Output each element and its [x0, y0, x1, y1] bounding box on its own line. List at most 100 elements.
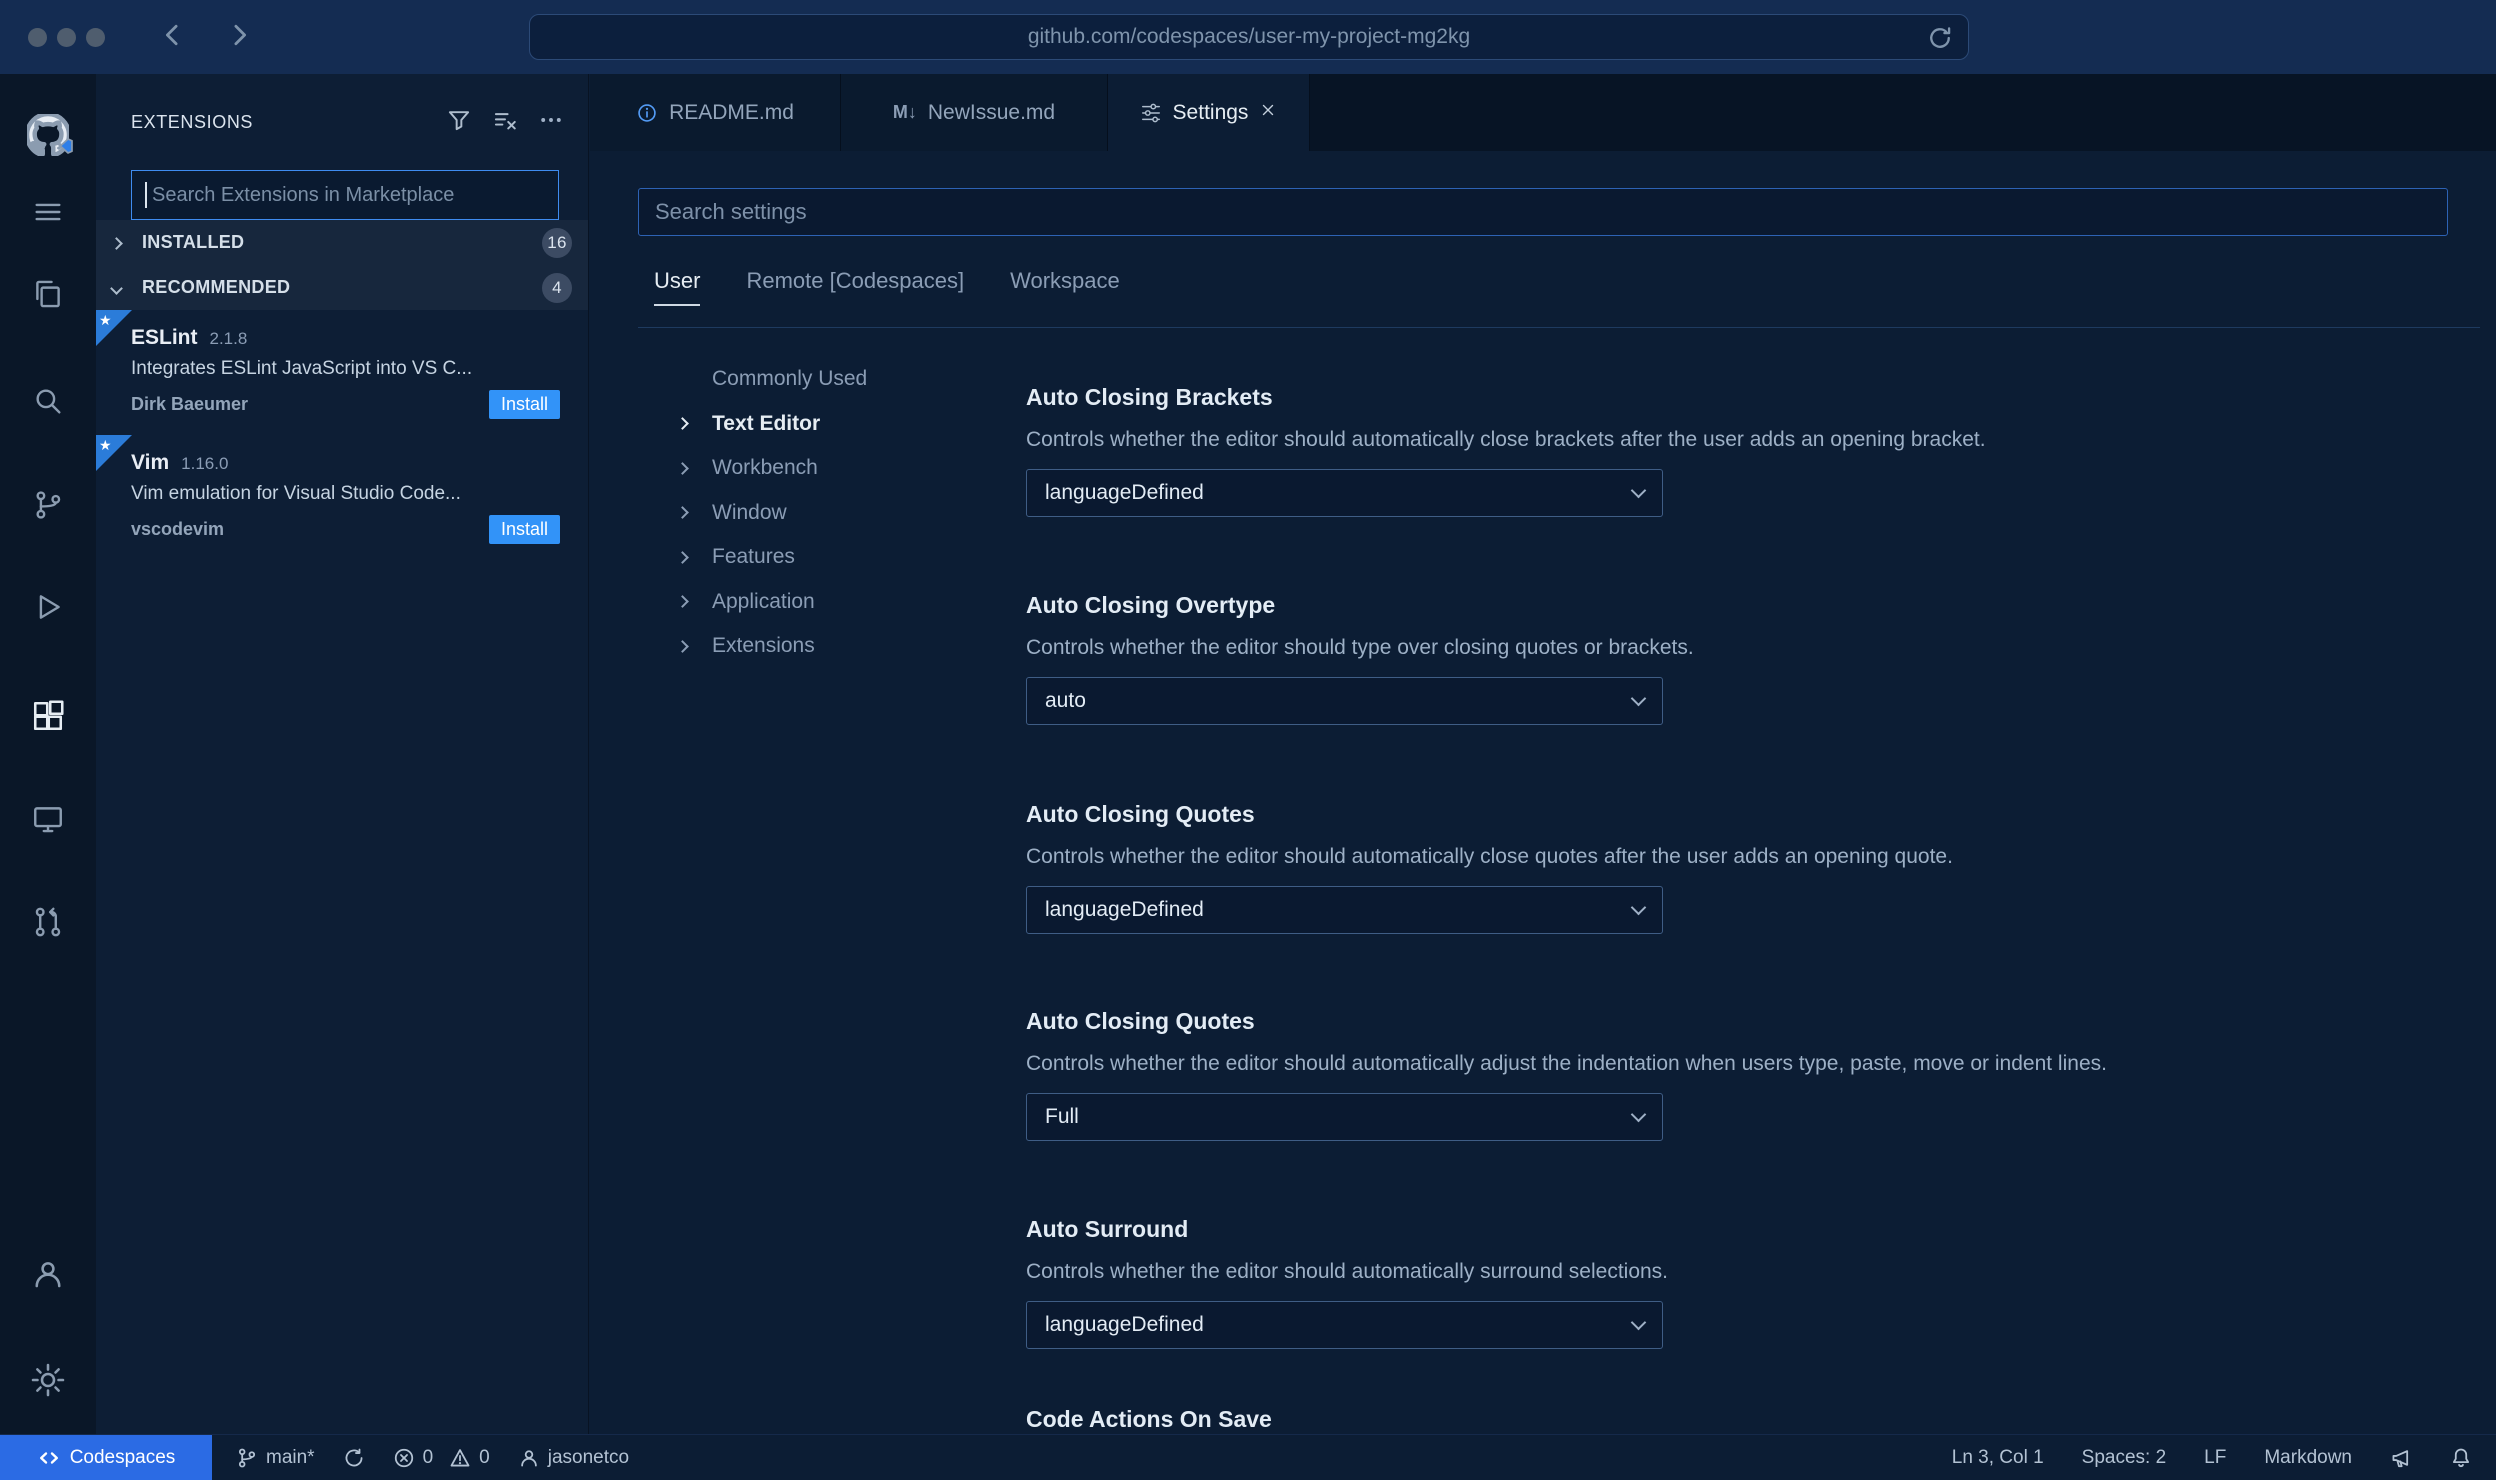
extensions-search-input[interactable]: [131, 170, 559, 220]
toc-label: Application: [712, 589, 815, 613]
install-button[interactable]: Install: [488, 515, 560, 544]
setting-title: Auto Closing Quotes: [1026, 801, 1255, 827]
remote-explorer-icon[interactable]: [0, 802, 96, 836]
indent-label: Spaces: 2: [2081, 1446, 2167, 1468]
settings-toc: Commonly Used Text Editor Workbench Wind…: [676, 357, 978, 669]
setting-title: Auto Closing Overtype: [1026, 592, 1276, 618]
section-installed[interactable]: INSTALLED 16: [96, 220, 588, 265]
chevron-down-icon: [1630, 1314, 1647, 1331]
toc-label: Commonly Used: [712, 367, 868, 391]
browser-back-button[interactable]: [158, 20, 188, 55]
editor-tab-bar: README.md M↓ NewIssue.md Settings: [590, 74, 2496, 151]
codespaces-icon: [39, 1451, 58, 1464]
setting-title: Auto Surround: [1026, 1216, 1189, 1242]
setting-dropdown[interactable]: Full: [1026, 1093, 1663, 1141]
branch-indicator[interactable]: main*: [236, 1447, 315, 1469]
url-bar[interactable]: github.com/codespaces/user-my-project-mg…: [529, 14, 1969, 60]
settings-scope-tabs: User Remote [Codespaces] Workspace: [654, 268, 1120, 306]
more-actions-icon[interactable]: [538, 107, 564, 138]
scope-tab-workspace[interactable]: Workspace: [1010, 268, 1120, 306]
clear-search-results-icon[interactable]: [492, 107, 518, 138]
account-status[interactable]: jasonetco: [518, 1447, 629, 1469]
language-mode[interactable]: Markdown: [2264, 1447, 2352, 1469]
indentation-indicator[interactable]: Spaces: 2: [2082, 1447, 2167, 1469]
branch-label: main*: [266, 1446, 315, 1468]
extension-item-eslint[interactable]: ★ ESLint 2.1.8 Integrates ESLint JavaScr…: [96, 310, 588, 435]
window-minimize-button[interactable]: [57, 27, 76, 47]
toc-item-commonly-used[interactable]: Commonly Used: [678, 357, 978, 402]
browser-chrome: github.com/codespaces/user-my-project-mg…: [0, 0, 2496, 74]
window-controls: [28, 0, 105, 74]
section-recommended[interactable]: RECOMMENDED 4: [96, 265, 588, 310]
setting-value: languageDefined: [1045, 898, 1204, 921]
sync-icon: [345, 1448, 363, 1466]
setting-description: Controls whether the editor should autom…: [1026, 1052, 2107, 1075]
setting-dropdown[interactable]: languageDefined: [1026, 886, 1663, 934]
toc-item-application[interactable]: Application: [676, 580, 978, 625]
feedback-button[interactable]: [2390, 1447, 2412, 1469]
setting-item: Auto Surround Controls whether the edito…: [1026, 1216, 2436, 1349]
tab-readme[interactable]: README.md: [590, 74, 841, 151]
source-control-icon[interactable]: [0, 488, 96, 522]
extension-name: Vim: [131, 451, 170, 474]
explorer-icon[interactable]: [0, 277, 96, 311]
settings-editor: User Remote [Codespaces] Workspace Commo…: [590, 151, 2496, 1434]
setting-dropdown[interactable]: languageDefined: [1026, 1301, 1663, 1349]
info-icon: [638, 103, 656, 122]
filter-icon[interactable]: [446, 107, 472, 138]
search-icon[interactable]: [0, 384, 96, 418]
window-close-button[interactable]: [28, 27, 47, 47]
codespaces-remote-indicator[interactable]: Codespaces: [0, 1435, 212, 1480]
scope-tab-remote[interactable]: Remote [Codespaces]: [746, 268, 964, 306]
settings-gear-icon[interactable]: [0, 1362, 96, 1398]
sync-button[interactable]: [343, 1447, 365, 1469]
person-icon: [520, 1449, 537, 1466]
toc-item-workbench[interactable]: Workbench: [676, 446, 978, 491]
setting-value: languageDefined: [1045, 1313, 1204, 1336]
problems-indicator[interactable]: 0 0: [393, 1447, 490, 1469]
extensions-icon[interactable]: [0, 698, 96, 734]
tab-newissue[interactable]: M↓ NewIssue.md: [841, 74, 1108, 151]
scope-tab-user[interactable]: User: [654, 268, 701, 306]
toc-item-extensions[interactable]: Extensions: [676, 624, 978, 669]
setting-dropdown[interactable]: languageDefined: [1026, 469, 1663, 517]
pull-request-icon[interactable]: [0, 905, 96, 939]
notifications-button[interactable]: [2450, 1447, 2472, 1469]
toc-item-window[interactable]: Window: [676, 491, 978, 536]
sidebar-title: EXTENSIONS: [131, 111, 254, 132]
text-cursor: [145, 182, 147, 208]
reload-icon[interactable]: [1926, 24, 1954, 57]
toc-label: Window: [712, 500, 787, 524]
setting-dropdown[interactable]: auto: [1026, 677, 1663, 725]
toc-item-features[interactable]: Features: [676, 535, 978, 580]
url-text: github.com/codespaces/user-my-project-mg…: [1027, 25, 1471, 48]
install-button[interactable]: Install: [488, 390, 560, 419]
browser-forward-button[interactable]: [224, 20, 254, 55]
language-label: Markdown: [2264, 1446, 2352, 1468]
feedback-icon: [2392, 1449, 2409, 1467]
toc-label: Extensions: [712, 634, 815, 658]
run-debug-icon[interactable]: [0, 590, 96, 624]
setting-value: languageDefined: [1045, 481, 1204, 504]
star-icon: ★: [99, 312, 112, 328]
setting-title: Auto Closing Brackets: [1026, 384, 1273, 410]
settings-search-input[interactable]: [638, 188, 2448, 236]
cursor-position[interactable]: Ln 3, Col 1: [1952, 1447, 2044, 1469]
extension-item-vim[interactable]: ★ Vim 1.16.0 Vim emulation for Visual St…: [96, 435, 588, 560]
tab-label: README.md: [669, 100, 794, 124]
extension-name: ESLint: [131, 326, 198, 349]
close-icon[interactable]: [1259, 101, 1277, 125]
chevron-down-icon: [110, 277, 142, 298]
toc-item-text-editor[interactable]: Text Editor: [676, 402, 978, 447]
tab-label: Settings: [1172, 100, 1249, 124]
github-logo[interactable]: [0, 111, 96, 158]
eol-indicator[interactable]: LF: [2204, 1447, 2226, 1469]
chevron-right-icon: [676, 595, 712, 609]
tab-settings[interactable]: Settings: [1108, 74, 1310, 151]
recommended-ribbon-icon: ★: [96, 435, 132, 471]
account-icon[interactable]: [0, 1256, 96, 1292]
extension-publisher: vscodevim: [131, 519, 225, 539]
toc-label: Features: [712, 545, 795, 569]
window-maximize-button[interactable]: [86, 27, 105, 47]
menu-icon[interactable]: [0, 195, 96, 229]
